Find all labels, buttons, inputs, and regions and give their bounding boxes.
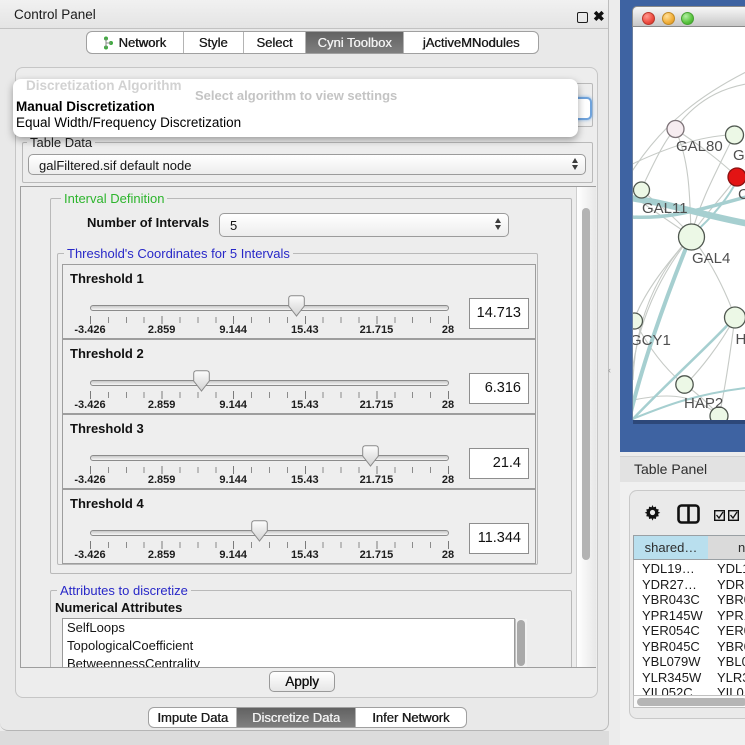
svg-text:GAL4: GAL4 bbox=[692, 250, 730, 267]
svg-text:GA: GA bbox=[733, 147, 745, 164]
svg-text:H: H bbox=[736, 331, 745, 348]
svg-text:GAL11: GAL11 bbox=[642, 200, 688, 217]
svg-text:HAP2: HAP2 bbox=[684, 395, 723, 412]
svg-text:C: C bbox=[738, 186, 745, 203]
svg-text:GAL80: GAL80 bbox=[676, 138, 723, 155]
svg-text:GCY1: GCY1 bbox=[633, 332, 671, 349]
